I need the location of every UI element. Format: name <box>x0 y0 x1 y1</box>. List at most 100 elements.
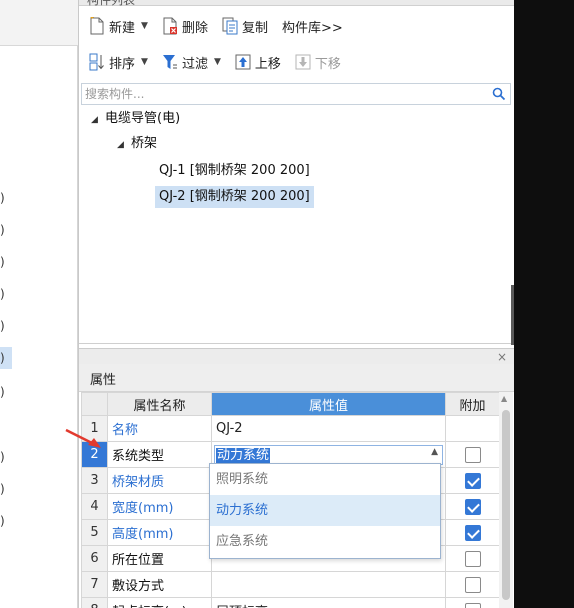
chevron-down-icon[interactable]: ▼ <box>141 57 148 67</box>
system-type-dropdown: 照明系统 动力系统 应急系统 <box>209 463 441 559</box>
tree-item-label: QJ-1 [钢制桥架 200 200] <box>159 163 310 178</box>
extra-checkbox[interactable] <box>464 524 481 541</box>
tree-node-label: 桥架 <box>131 136 158 151</box>
search-box <box>81 83 511 105</box>
name-column-header[interactable]: 属性名称 <box>107 392 212 416</box>
left-list-item-fragment[interactable]: ) <box>0 318 10 334</box>
expand-toggle-icon[interactable]: ◢ <box>117 134 131 156</box>
new-button[interactable]: 新建 ▼ <box>85 13 152 39</box>
tree-node-group[interactable]: ◢ 桥架 <box>117 133 157 155</box>
extra-cell <box>445 519 500 546</box>
toolbar-primary: 新建 ▼ 删除 复制 构件库>> <box>79 8 515 44</box>
move-up-button[interactable]: 上移 <box>231 49 285 75</box>
row-index: 4 <box>81 493 108 520</box>
chevron-down-icon[interactable]: ▼ <box>141 21 148 31</box>
filter-button-label: 过滤 <box>181 56 208 72</box>
row-index: 3 <box>81 467 108 494</box>
sort-button[interactable]: 排序 ▼ <box>85 49 152 75</box>
filter-button[interactable]: 过滤 ▼ <box>158 49 225 75</box>
properties-scrollbar[interactable]: ▲ <box>499 392 513 608</box>
left-list-item-fragment[interactable]: ) <box>0 254 10 270</box>
scroll-up-icon[interactable]: ▲ <box>501 394 507 403</box>
extra-checkbox[interactable] <box>464 498 481 515</box>
extra-column-header[interactable]: 附加 <box>445 392 500 416</box>
table-row[interactable]: 1 名称 QJ-2 <box>81 415 500 442</box>
delete-button[interactable]: 删除 <box>158 13 212 39</box>
panel-title: 构件列表 <box>87 0 136 7</box>
sort-icon <box>89 53 105 71</box>
move-down-button-label: 下移 <box>314 56 341 72</box>
index-column-header <box>81 392 108 416</box>
left-list-item-fragment[interactable]: ) <box>0 384 10 400</box>
extra-cell <box>445 597 500 608</box>
property-name: 所在位置 <box>107 545 212 572</box>
panel-header: 构件列表 <box>79 0 515 7</box>
move-down-button[interactable]: 下移 <box>291 49 345 75</box>
chevron-down-icon[interactable]: ▼ <box>214 57 221 67</box>
table-row[interactable]: 8 起点标高(m) 层顶标高 <box>81 597 500 608</box>
component-tree: ◢ 电缆导管(电) ◢ 桥架 QJ-1 [钢制桥架 200 200] QJ-2 [钢… <box>79 108 515 344</box>
tree-item-qj-1[interactable]: QJ-1 [钢制桥架 200 200] <box>155 160 314 182</box>
scrollbar-thumb[interactable] <box>502 410 510 600</box>
extra-cell <box>445 441 500 468</box>
dropdown-option-power[interactable]: 动力系统 <box>210 495 440 526</box>
arrow-down-icon <box>295 53 311 71</box>
property-name: 名称 <box>107 415 212 442</box>
left-list-item-fragment[interactable]: ) <box>0 222 10 238</box>
delete-button-label: 删除 <box>181 20 208 36</box>
annotation-arrow-icon <box>65 428 101 448</box>
left-list-item-fragment[interactable]: ) <box>0 286 10 302</box>
extra-cell <box>445 571 500 598</box>
background-region <box>514 0 574 608</box>
property-name: 系统类型 <box>107 441 212 468</box>
row-index: 7 <box>81 571 108 598</box>
new-file-icon <box>89 15 105 35</box>
component-library-button[interactable]: 构件库>> <box>278 13 347 39</box>
system-type-select[interactable]: 动力系统 ▲ <box>214 444 443 465</box>
properties-titlebar: × <box>79 348 515 364</box>
tree-node-label: 电缆导管(电) <box>105 111 181 126</box>
dropdown-option-emergency[interactable]: 应急系统 <box>210 526 440 557</box>
arrow-up-icon <box>235 53 251 71</box>
row-index: 5 <box>81 519 108 546</box>
property-name: 敷设方式 <box>107 571 212 598</box>
search-input[interactable] <box>85 84 485 104</box>
property-value[interactable]: QJ-2 <box>211 415 446 442</box>
tree-item-qj-2[interactable]: QJ-2 [钢制桥架 200 200] <box>155 186 314 208</box>
row-index: 8 <box>81 597 108 608</box>
select-value: 动力系统 <box>216 447 271 463</box>
left-list-item-fragment[interactable]: ) <box>0 481 10 497</box>
chevron-up-icon[interactable]: ▲ <box>431 447 438 457</box>
sort-button-label: 排序 <box>109 56 136 72</box>
tree-node-root[interactable]: ◢ 电缆导管(电) <box>91 108 180 130</box>
expand-toggle-icon[interactable]: ◢ <box>91 109 105 131</box>
extra-checkbox[interactable] <box>464 472 481 489</box>
property-value[interactable] <box>211 571 446 598</box>
extra-checkbox[interactable] <box>464 550 481 567</box>
extra-cell <box>445 545 500 572</box>
dropdown-option-lighting[interactable]: 照明系统 <box>210 464 440 495</box>
table-header-row: 属性名称 属性值 附加 <box>81 392 500 416</box>
properties-title: 属性 <box>90 373 117 388</box>
left-list-item-fragment[interactable]: ) <box>0 190 10 206</box>
property-value[interactable]: 层顶标高 <box>211 597 446 608</box>
left-list-item-fragment[interactable]: ) <box>0 449 10 465</box>
copy-button[interactable]: 复制 <box>218 13 272 39</box>
left-list-item-fragment[interactable]: ) <box>0 513 10 529</box>
copy-button-label: 复制 <box>241 20 268 36</box>
left-list-item-fragment[interactable]: ) <box>0 350 10 366</box>
left-panel: ) ) ) ) ) ) ) ) ) ) <box>0 0 78 608</box>
extra-checkbox[interactable] <box>464 446 481 463</box>
extra-cell <box>445 415 500 442</box>
extra-checkbox[interactable] <box>464 576 481 593</box>
property-name: 起点标高(m) <box>107 597 212 608</box>
value-column-header[interactable]: 属性值 <box>211 392 446 416</box>
row-index: 6 <box>81 545 108 572</box>
table-row[interactable]: 7 敷设方式 <box>81 571 500 598</box>
tree-item-label: QJ-2 [钢制桥架 200 200] <box>159 189 310 204</box>
search-icon[interactable] <box>492 87 506 101</box>
close-icon[interactable]: × <box>497 349 507 365</box>
new-button-label: 新建 <box>109 20 136 36</box>
properties-header: 属性 <box>79 364 515 392</box>
extra-checkbox[interactable] <box>464 602 481 608</box>
